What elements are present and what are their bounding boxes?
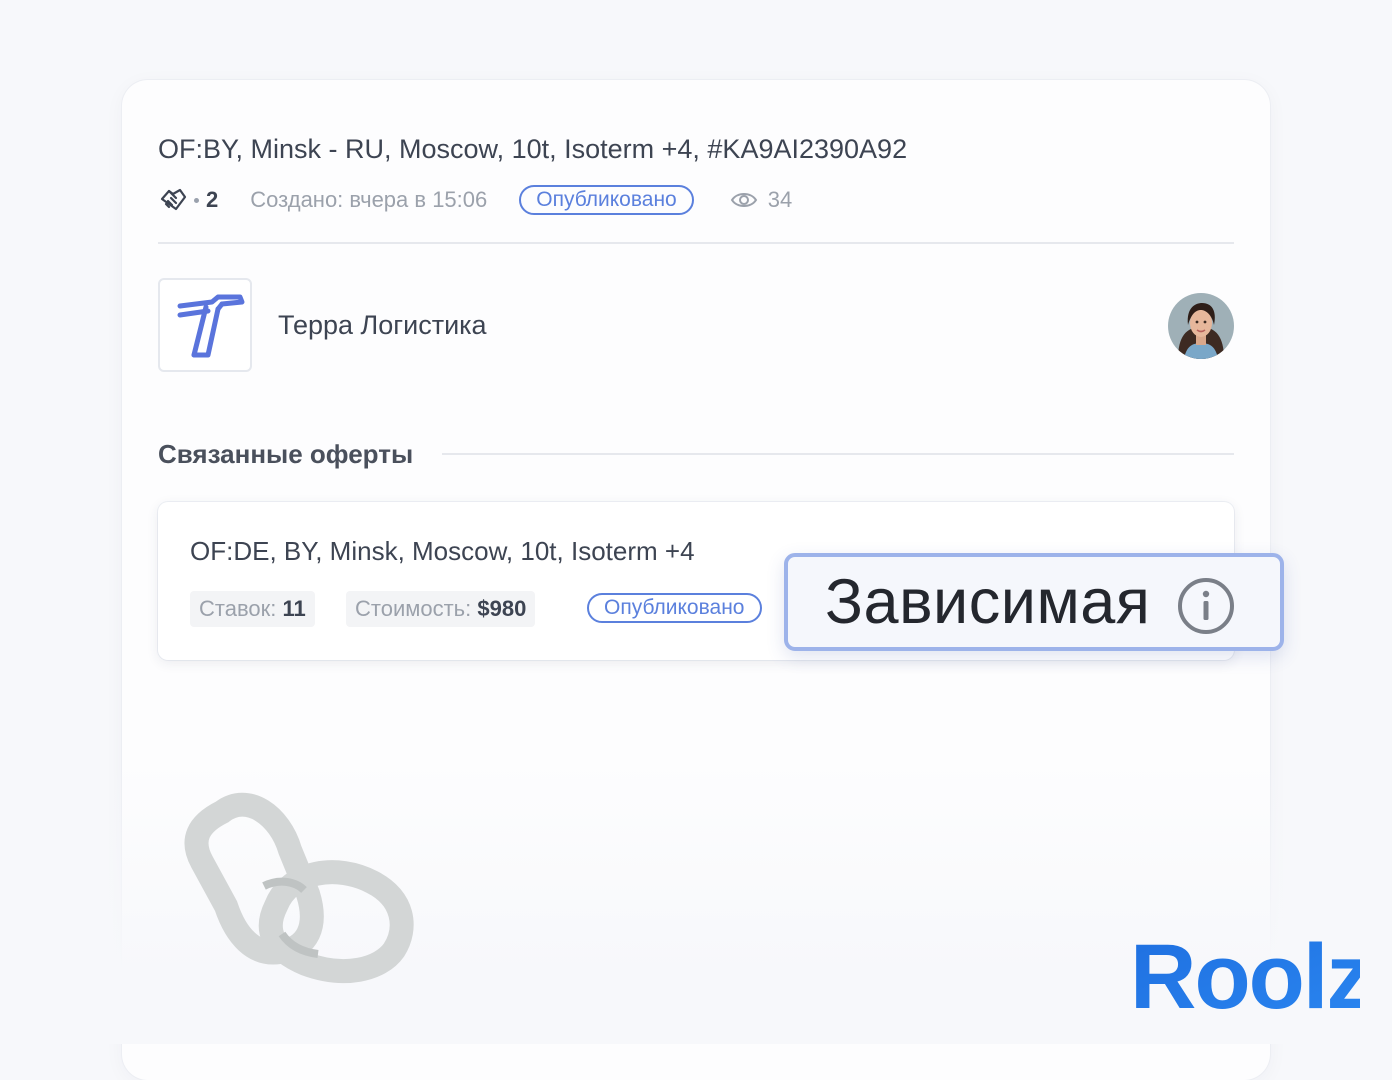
user-avatar[interactable] <box>1168 293 1234 359</box>
cost-chip: Стоимость: $980 <box>346 591 536 627</box>
offer-title[interactable]: OF:BY, Minsk - RU, Moscow, 10t, Isoterm … <box>158 134 907 165</box>
handshake-count: 2 <box>206 187 219 212</box>
company-logo-t-icon <box>177 294 245 358</box>
cost-label: Стоимость: <box>355 596 472 621</box>
bids-value: 11 <box>282 596 306 621</box>
brand-text: Roolz <box>1130 928 1360 1018</box>
separator-dot <box>194 197 199 203</box>
bids-chip: Ставок: 11 <box>190 591 315 627</box>
divider <box>158 242 1234 244</box>
eye-icon <box>730 193 757 207</box>
created-date: Создано: вчера в 15:06 <box>250 187 488 212</box>
status-badge: Опубликовано <box>587 593 762 623</box>
cost-value: $980 <box>477 596 527 621</box>
related-offer-title[interactable]: OF:DE, BY, Minsk, Moscow, 10t, Isoterm +… <box>190 536 695 567</box>
roolz-brand-logo: Roolz <box>1130 928 1360 1018</box>
chain-link-icon <box>184 792 414 984</box>
bids-label: Ставок: <box>199 596 277 621</box>
related-offers-heading: Связанные оферты <box>158 439 414 469</box>
offer-meta-row: 2 Создано: вчера в 15:06 Опубликовано 34 <box>158 183 792 217</box>
dependent-label: Зависимая <box>825 567 1151 637</box>
user-avatar-photo <box>1168 293 1234 359</box>
views-count: 34 <box>767 187 793 212</box>
company-logo[interactable] <box>158 278 252 372</box>
divider <box>442 453 1234 455</box>
handshake-icon <box>160 188 187 211</box>
info-icon[interactable] <box>1177 577 1235 635</box>
status-badge: Опубликовано <box>519 185 694 215</box>
company-name[interactable]: Терра Логистика <box>278 310 487 341</box>
